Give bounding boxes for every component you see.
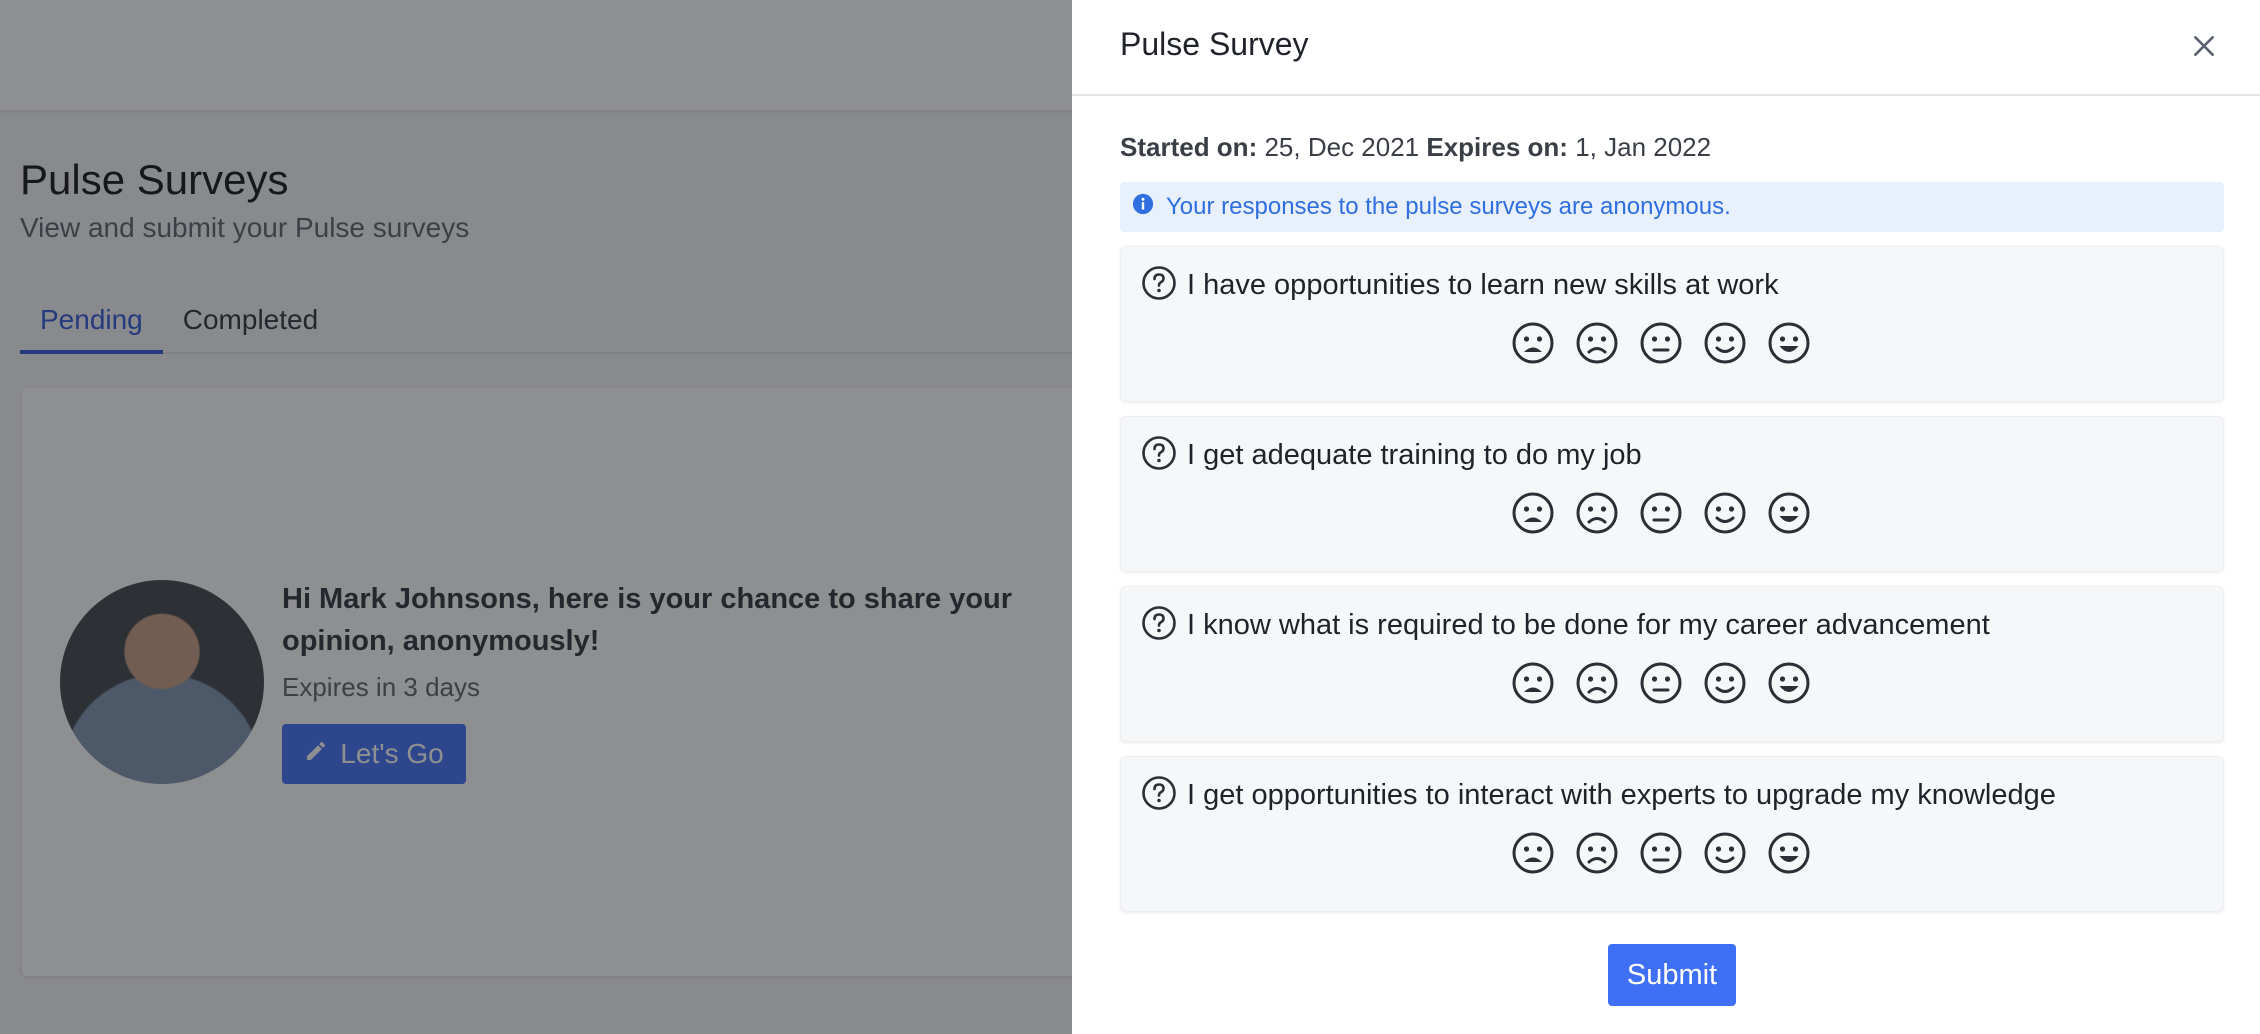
happy-face-icon[interactable] (1767, 661, 1811, 705)
neutral-face-icon[interactable] (1639, 661, 1683, 705)
neutral-face-icon[interactable] (1639, 831, 1683, 875)
close-button[interactable] (2184, 28, 2224, 68)
expires-value: 1, Jan 2022 (1575, 132, 1712, 162)
rating-options (1511, 831, 1811, 875)
question-help-icon (1141, 435, 1177, 476)
sad-face-icon[interactable] (1575, 321, 1619, 365)
very-sad-face-icon[interactable] (1511, 491, 1555, 535)
drawer-header: Pulse Survey (1072, 0, 2260, 96)
started-value: 25, Dec 2021 (1264, 132, 1420, 162)
question-text: I get opportunities to interact with exp… (1187, 779, 2056, 811)
pulse-survey-drawer: Pulse Survey Started on: 25, Dec 2021 Ex… (1072, 0, 2260, 1034)
close-icon (2191, 33, 2217, 64)
smile-face-icon[interactable] (1703, 661, 1747, 705)
question-header: I have opportunities to learn new skills… (1141, 265, 1779, 306)
question-header: I get opportunities to interact with exp… (1141, 775, 2056, 816)
smile-face-icon[interactable] (1703, 491, 1747, 535)
survey-dates: Started on: 25, Dec 2021 Expires on: 1, … (1120, 132, 1711, 163)
question-card: I know what is required to be done for m… (1120, 586, 2224, 742)
very-sad-face-icon[interactable] (1511, 321, 1555, 365)
question-text: I get adequate training to do my job (1187, 439, 1642, 471)
happy-face-icon[interactable] (1767, 491, 1811, 535)
question-card: I get adequate training to do my job (1120, 416, 2224, 572)
happy-face-icon[interactable] (1767, 831, 1811, 875)
question-text: I have opportunities to learn new skills… (1187, 269, 1779, 301)
sad-face-icon[interactable] (1575, 831, 1619, 875)
drawer-title: Pulse Survey (1120, 26, 1309, 62)
question-help-icon (1141, 605, 1177, 646)
question-help-icon (1141, 265, 1177, 306)
info-circle-icon (1132, 193, 1154, 222)
very-sad-face-icon[interactable] (1511, 661, 1555, 705)
question-card: I have opportunities to learn new skills… (1120, 246, 2224, 402)
question-help-icon (1141, 775, 1177, 816)
smile-face-icon[interactable] (1703, 321, 1747, 365)
submit-button[interactable]: Submit (1608, 944, 1736, 1006)
rating-options (1511, 491, 1811, 535)
neutral-face-icon[interactable] (1639, 491, 1683, 535)
question-header: I get adequate training to do my job (1141, 435, 1642, 476)
sad-face-icon[interactable] (1575, 661, 1619, 705)
smile-face-icon[interactable] (1703, 831, 1747, 875)
happy-face-icon[interactable] (1767, 321, 1811, 365)
expires-label: Expires on: (1426, 132, 1568, 162)
anonymity-notice: Your responses to the pulse surveys are … (1120, 182, 2224, 232)
anonymity-notice-text: Your responses to the pulse surveys are … (1166, 193, 1731, 220)
question-text: I know what is required to be done for m… (1187, 609, 1990, 641)
rating-options (1511, 661, 1811, 705)
rating-options (1511, 321, 1811, 365)
very-sad-face-icon[interactable] (1511, 831, 1555, 875)
sad-face-icon[interactable] (1575, 491, 1619, 535)
question-card: I get opportunities to interact with exp… (1120, 756, 2224, 912)
neutral-face-icon[interactable] (1639, 321, 1683, 365)
started-label: Started on: (1120, 132, 1258, 162)
question-header: I know what is required to be done for m… (1141, 605, 1990, 646)
